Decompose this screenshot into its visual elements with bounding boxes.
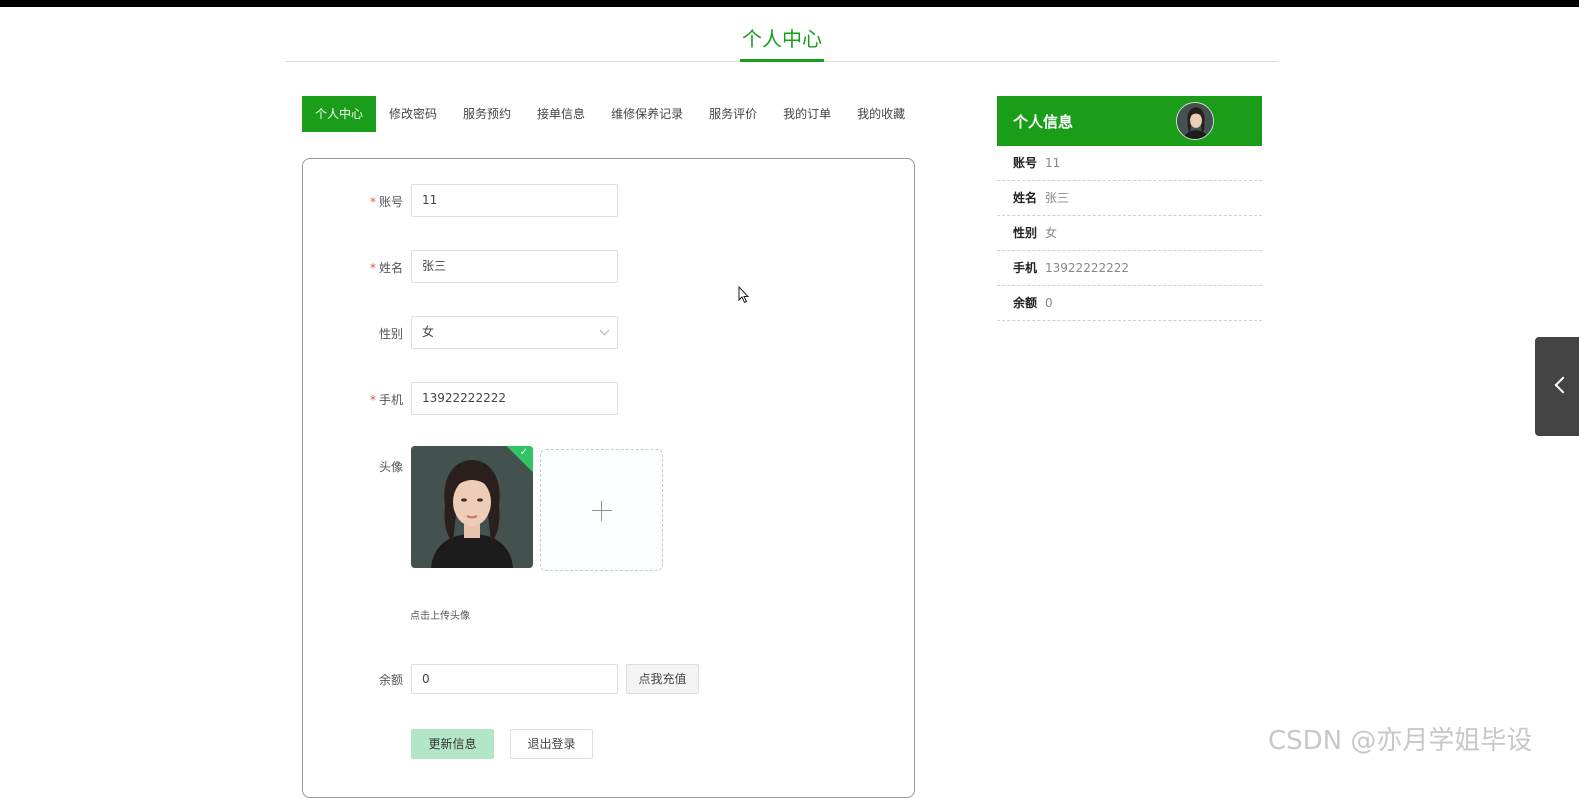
account-input[interactable]: 11: [411, 184, 618, 217]
info-value: 11: [1045, 156, 1061, 170]
tab-bar: 个人中心 修改密码 服务预约 接单信息 维修保养记录 服务评价 我的订单 我的收…: [302, 96, 918, 132]
info-key: 姓名: [1013, 191, 1038, 205]
info-key: 性别: [1013, 226, 1038, 240]
profile-form: * 账号 11 * 姓名 张三 性别 女 * 手机 13922222222 头像 ✓: [302, 158, 915, 798]
tab-personal-center[interactable]: 个人中心: [302, 96, 377, 132]
info-row-balance: 余额 0: [997, 286, 1262, 321]
name-input[interactable]: 张三: [411, 250, 618, 283]
info-value: 张三: [1045, 191, 1070, 205]
account-label: * 账号: [369, 195, 403, 209]
info-card-title: 个人信息: [1013, 113, 1074, 131]
info-row-account: 账号 11: [997, 146, 1262, 181]
upload-tip: 点击上传头像: [410, 611, 470, 622]
info-key: 余额: [1013, 296, 1038, 310]
gender-label: 性别: [378, 327, 403, 341]
required-mark: *: [369, 261, 376, 275]
balance-label: 余额: [378, 673, 403, 687]
avatar: [1176, 102, 1214, 140]
phone-label: * 手机: [369, 393, 403, 407]
gender-selected-value: 女: [422, 325, 435, 339]
phone-input[interactable]: 13922222222: [411, 382, 618, 415]
tab-service-review[interactable]: 服务评价: [696, 96, 770, 132]
tab-service-booking[interactable]: 服务预约: [450, 96, 524, 132]
avatar-image-small: [1177, 103, 1213, 139]
watermark: CSDN @亦月学姐毕设: [1268, 726, 1533, 756]
info-card-header: 个人信息: [997, 96, 1262, 146]
page-title: 个人中心: [740, 22, 824, 62]
logout-button[interactable]: 退出登录: [510, 729, 593, 759]
name-label: * 姓名: [369, 261, 403, 275]
tab-order-info[interactable]: 接单信息: [524, 96, 598, 132]
required-mark: *: [369, 195, 376, 209]
info-row-name: 姓名 张三: [997, 181, 1262, 216]
tab-maintenance-records[interactable]: 维修保养记录: [598, 96, 696, 132]
check-icon: ✓: [519, 447, 528, 458]
balance-input[interactable]: 0: [411, 664, 618, 694]
tab-my-orders[interactable]: 我的订单: [770, 96, 844, 132]
info-value: 13922222222: [1045, 261, 1129, 275]
tab-my-favorites[interactable]: 我的收藏: [844, 96, 918, 132]
sidebar-toggle-button[interactable]: [1535, 337, 1579, 436]
plus-icon-vertical: [601, 501, 602, 521]
mouse-cursor-icon: [738, 286, 750, 304]
required-mark: *: [369, 393, 376, 407]
info-value: 女: [1045, 226, 1058, 240]
page-header: 个人中心: [285, 22, 1278, 62]
plus-icon: [592, 510, 612, 511]
info-row-gender: 性别女: [997, 216, 1262, 251]
info-row-phone: 手机 13922222222: [997, 251, 1262, 286]
gender-select[interactable]: 女: [411, 316, 618, 349]
avatar-image: [411, 446, 533, 568]
tab-change-password[interactable]: 修改密码: [376, 96, 450, 132]
info-value: 0: [1045, 296, 1053, 310]
top-bar: [0, 0, 1579, 7]
info-key: 账号: [1013, 156, 1038, 170]
recharge-button[interactable]: 点我充值: [626, 664, 699, 694]
update-info-button[interactable]: 更新信息: [411, 729, 494, 759]
avatar-label: 头像: [378, 460, 403, 474]
chevron-left-icon: [1554, 376, 1572, 394]
chevron-down-icon: [599, 325, 610, 336]
avatar-preview[interactable]: ✓: [411, 446, 533, 568]
personal-info-card: 个人信息 账号 11 姓名 张三 性别女 手机 13922222222 余额 0: [997, 96, 1262, 321]
avatar-upload-button[interactable]: [540, 449, 663, 571]
info-key: 手机: [1013, 261, 1038, 275]
